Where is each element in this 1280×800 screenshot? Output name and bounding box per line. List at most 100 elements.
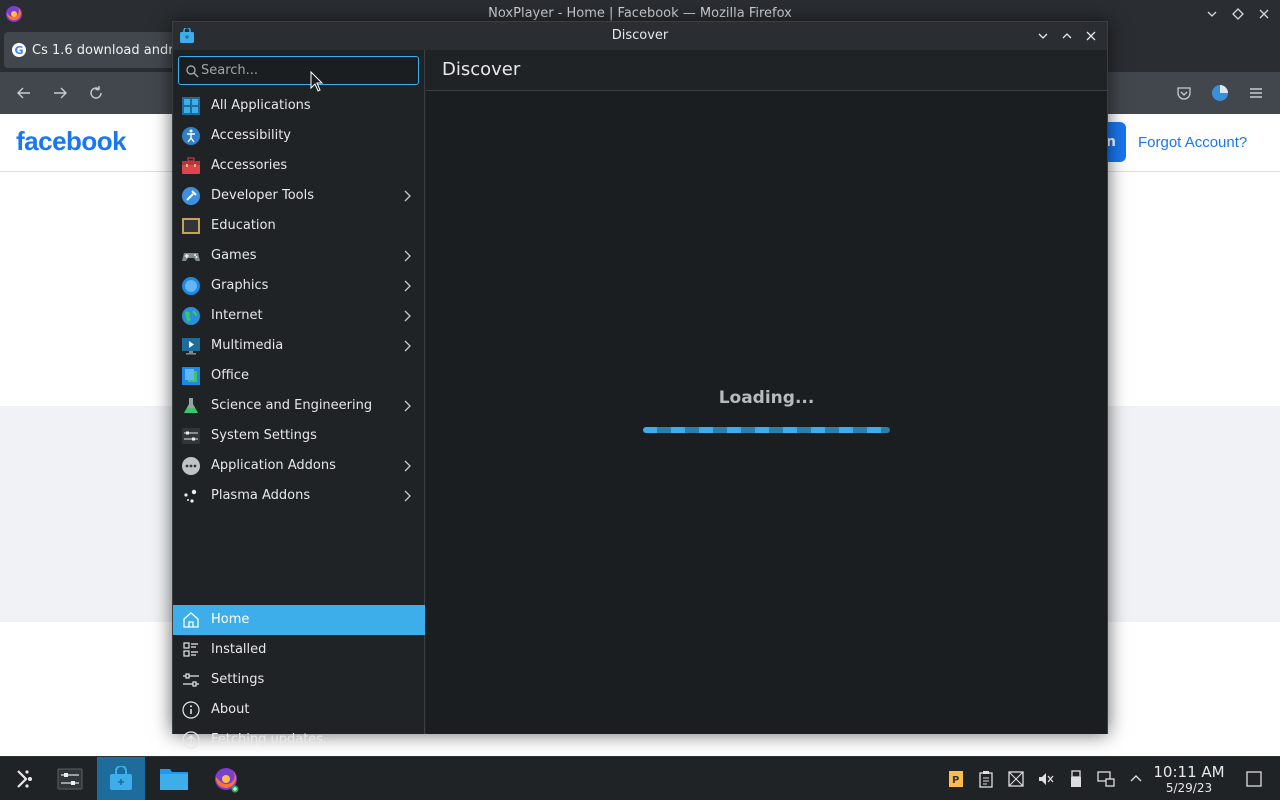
category-internet[interactable]: Internet <box>173 301 425 331</box>
reload-icon[interactable] <box>84 81 108 105</box>
gamepad-icon <box>182 253 200 261</box>
system-settings-task[interactable] <box>46 757 94 800</box>
network-wired-icon[interactable] <box>1096 769 1116 789</box>
svg-text:P: P <box>952 775 959 786</box>
chevron-right-icon <box>404 340 411 352</box>
category-games[interactable]: Games <box>173 241 425 271</box>
system-settings-icon <box>57 768 83 790</box>
discover-app-icon <box>110 766 132 790</box>
close-icon[interactable] <box>1081 26 1101 46</box>
category-plasma-addons[interactable]: Plasma Addons <box>173 481 425 511</box>
forgot-account-link[interactable]: Forgot Account? <box>1138 134 1247 151</box>
search-input[interactable] <box>201 57 415 84</box>
chevron-right-icon <box>404 280 411 292</box>
usb-device-icon[interactable] <box>1066 769 1086 789</box>
minimize-icon[interactable] <box>1033 26 1053 46</box>
nav-label: Home <box>211 612 250 627</box>
taskbar: P 10:11 AM 5/29/23 <box>0 756 1280 800</box>
facebook-logo[interactable]: facebook <box>16 126 127 157</box>
grid-icon <box>182 97 200 115</box>
discover-content: Discover Loading... <box>426 50 1107 734</box>
category-label: Application Addons <box>211 458 336 473</box>
category-label: Graphics <box>211 278 269 293</box>
system-settings-icon <box>182 428 200 444</box>
nav-label: Fetching updates... <box>211 732 336 747</box>
search-icon <box>186 65 199 78</box>
chevron-up-icon[interactable] <box>1126 769 1146 789</box>
firefox-logo-icon <box>215 768 239 793</box>
maximize-icon[interactable] <box>1228 4 1248 24</box>
category-label: Multimedia <box>211 338 284 353</box>
category-label: Games <box>211 248 257 263</box>
nav-settings[interactable]: Settings <box>173 665 425 695</box>
flask-icon <box>184 398 198 413</box>
bottom-nav: Home Installed Settings About Fetching u… <box>173 605 425 755</box>
nav-fetching-updates[interactable]: Fetching updates... <box>173 725 425 755</box>
office-icon <box>182 367 200 385</box>
category-all-applications[interactable]: All Applications <box>173 91 425 121</box>
category-label: Developer Tools <box>211 188 315 203</box>
category-label: Plasma Addons <box>211 488 311 503</box>
nav-home[interactable]: Home <box>173 605 425 635</box>
multimedia-icon <box>182 338 200 355</box>
nav-about[interactable]: About <box>173 695 425 725</box>
chalkboard-icon <box>182 218 200 234</box>
page-title: Discover <box>442 59 521 80</box>
content-header: Discover <box>426 50 1107 91</box>
file-manager-task[interactable] <box>150 757 198 800</box>
browser-tab-title: Cs 1.6 download andro <box>32 42 182 58</box>
mouse-cursor-icon <box>310 71 324 92</box>
nav-installed[interactable]: Installed <box>173 635 425 665</box>
loading-label: Loading... <box>718 388 815 408</box>
google-favicon-icon: G <box>12 43 26 57</box>
category-label: Accessibility <box>211 128 291 143</box>
category-office[interactable]: Office <box>173 361 425 391</box>
nav-label: Installed <box>211 642 267 657</box>
show-desktop-icon[interactable] <box>1244 769 1264 789</box>
chevron-right-icon <box>404 460 411 472</box>
category-label: All Applications <box>211 98 311 113</box>
volume-muted-icon[interactable] <box>1036 769 1056 789</box>
clock[interactable]: 10:11 AM 5/29/23 <box>1148 763 1230 795</box>
forward-arrow-icon[interactable] <box>48 81 72 105</box>
category-science-and-engineering[interactable]: Science and Engineering <box>173 391 425 421</box>
discover-window-title: Discover <box>611 28 669 43</box>
maximize-icon[interactable] <box>1057 26 1077 46</box>
clock-date: 5/29/23 <box>1165 781 1213 795</box>
screenshot-icon[interactable] <box>1006 769 1026 789</box>
settings-sliders-icon <box>183 673 199 687</box>
loading-progress-bar <box>643 427 890 433</box>
clock-time: 10:11 AM <box>1153 763 1225 781</box>
pocket-icon[interactable] <box>1172 81 1196 105</box>
info-icon <box>182 701 200 719</box>
category-label: Science and Engineering <box>211 398 373 413</box>
globe-icon <box>182 307 200 325</box>
category-developer-tools[interactable]: Developer Tools <box>173 181 425 211</box>
category-list: All Applications Accessibility Accessori… <box>173 91 425 511</box>
category-label: Office <box>211 368 249 383</box>
category-application-addons[interactable]: Application Addons <box>173 451 425 481</box>
category-multimedia[interactable]: Multimedia <box>173 331 425 361</box>
search-field[interactable] <box>178 56 419 85</box>
category-label: Accessories <box>211 158 288 173</box>
firefox-task[interactable] <box>202 757 250 800</box>
close-icon[interactable] <box>1254 4 1274 24</box>
chevron-right-icon <box>404 190 411 202</box>
pdf-tray-icon[interactable]: P <box>946 769 966 789</box>
minimize-icon[interactable] <box>1202 4 1222 24</box>
discover-task[interactable] <box>97 757 145 800</box>
installed-icon <box>183 642 198 657</box>
graphics-icon <box>182 277 200 295</box>
category-graphics[interactable]: Graphics <box>173 271 425 301</box>
chevron-right-icon <box>404 490 411 502</box>
back-arrow-icon[interactable] <box>12 81 36 105</box>
category-accessories[interactable]: Accessories <box>173 151 425 181</box>
app-launcher-button[interactable] <box>0 757 48 800</box>
hamburger-menu-icon[interactable] <box>1244 81 1268 105</box>
category-accessibility[interactable]: Accessibility <box>173 121 425 151</box>
category-system-settings[interactable]: System Settings <box>173 421 425 451</box>
account-avatar-icon[interactable] <box>1208 81 1232 105</box>
category-education[interactable]: Education <box>173 211 425 241</box>
accessibility-icon <box>182 127 200 145</box>
clipboard-icon[interactable] <box>976 769 996 789</box>
